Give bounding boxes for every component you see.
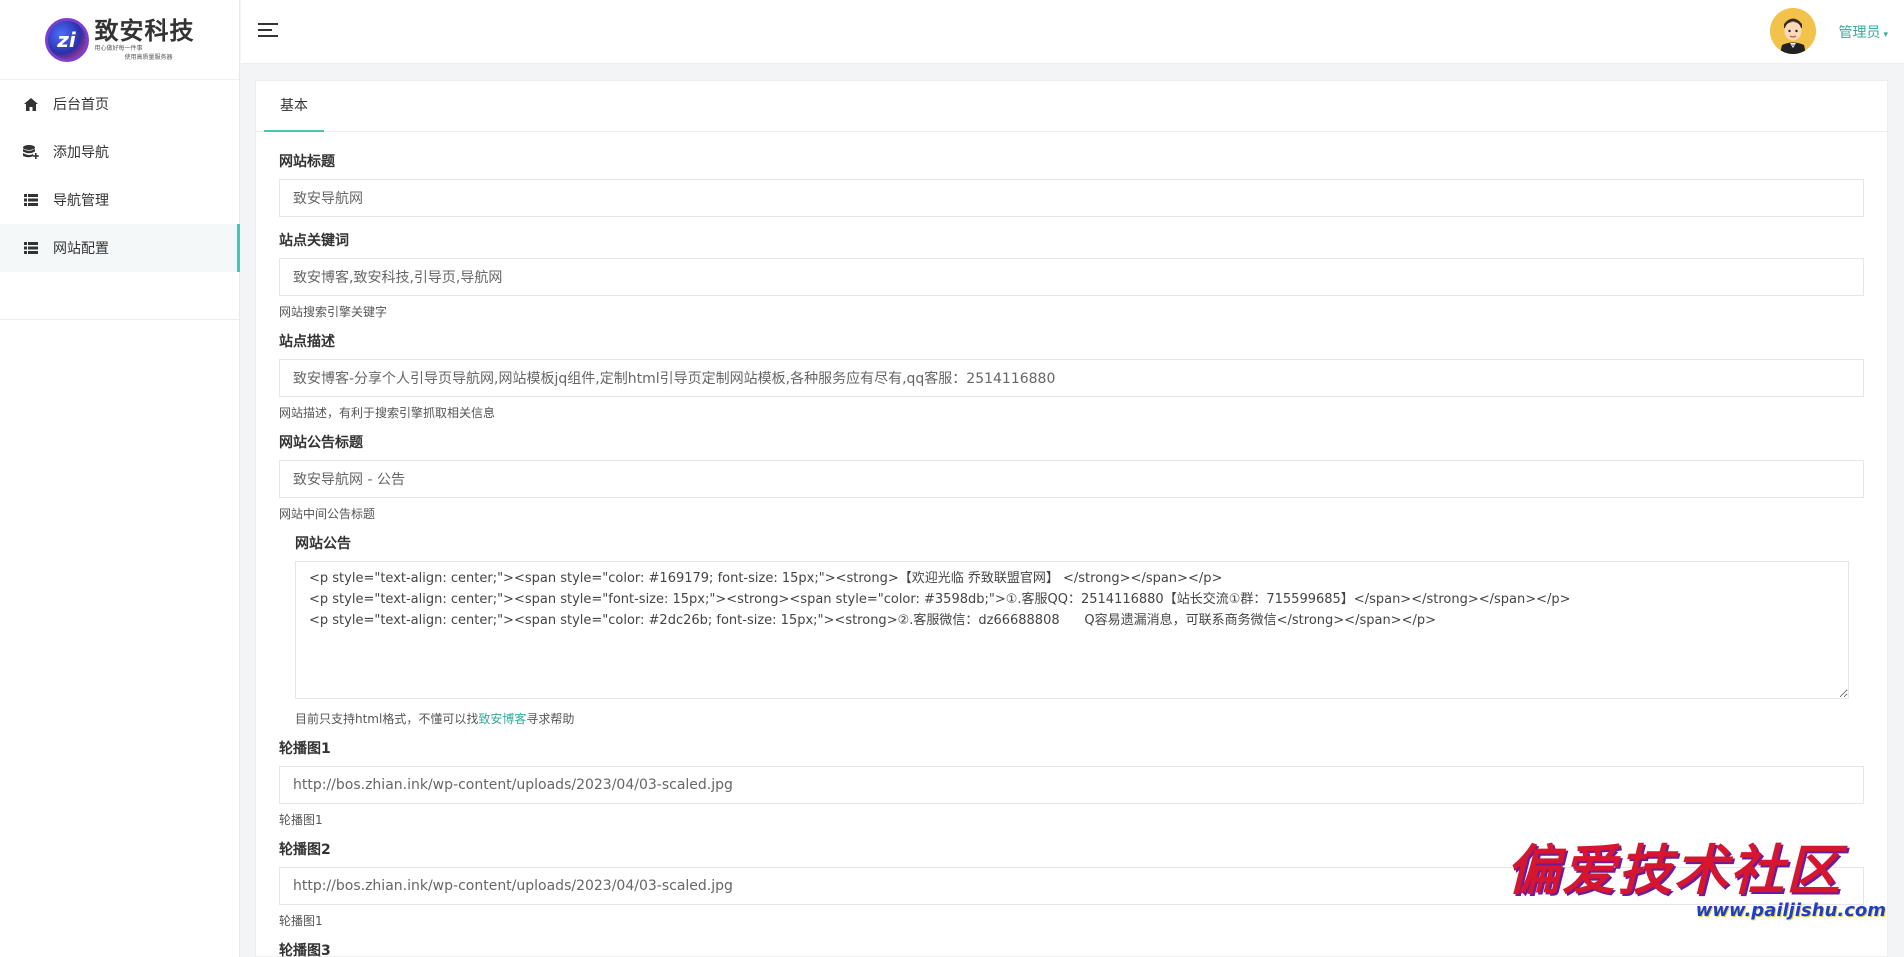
home-icon <box>23 96 39 112</box>
tab-bar: 基本 <box>256 81 1887 132</box>
admin-menu[interactable]: 管理员 ▾ <box>1838 22 1888 42</box>
avatar[interactable] <box>1770 8 1816 54</box>
site-title-input[interactable] <box>279 179 1864 217</box>
banner1-help: 轮播图1 <box>279 813 323 827</box>
admin-name: 管理员 <box>1838 25 1881 41</box>
sidebar-item-label: 后台首页 <box>53 97 109 113</box>
sidebar-item-label: 网站配置 <box>53 241 109 257</box>
logo-badge: zi <box>44 17 89 62</box>
notice-title-label: 网站公告标题 <box>279 435 363 451</box>
logo-tagline: 用心做好每一件事 <box>94 44 143 52</box>
banner1-label: 轮播图1 <box>279 741 331 757</box>
config-form: 网站标题 站点关键词 网站搜索引擎关键字 站点描述 网站描述，有利于搜索引擎抓取… <box>256 132 1887 957</box>
notice-help-suffix: 寻求帮助 <box>526 712 575 726</box>
menu-toggle-icon[interactable] <box>258 23 278 39</box>
logo[interactable]: zi 致安科技 用心做好每一件事 使用高质量服务器 <box>44 16 195 62</box>
list-icon <box>23 192 39 208</box>
tab-basic[interactable]: 基本 <box>264 81 324 132</box>
description-help: 网站描述，有利于搜索引擎抓取相关信息 <box>279 406 496 420</box>
logo-tagline-2: 使用高质量服务器 <box>124 53 173 61</box>
sidebar-item-label: 添加导航 <box>53 145 109 161</box>
list-icon <box>23 240 39 256</box>
chevron-down-icon: ▾ <box>1883 30 1888 40</box>
config-panel: 基本 网站标题 站点关键词 网站搜索引擎关键字 站点描述 网站描述，有利于搜索引… <box>255 80 1888 957</box>
keywords-help: 网站搜索引擎关键字 <box>279 305 388 319</box>
logo-title: 致安科技 <box>94 16 195 45</box>
notice-title-help: 网站中间公告标题 <box>279 507 376 521</box>
sidebar-item-nav-manage[interactable]: 导航管理 <box>0 176 239 224</box>
banner1-input[interactable] <box>279 766 1864 804</box>
database-add-icon <box>23 144 39 160</box>
sidebar: zi 致安科技 用心做好每一件事 使用高质量服务器 后台首页 添加导航 导航管理… <box>0 0 240 957</box>
description-input[interactable] <box>279 359 1864 397</box>
sidebar-item-label: 导航管理 <box>53 193 109 209</box>
sidebar-item-home[interactable]: 后台首页 <box>0 80 239 128</box>
sidebar-item-site-config[interactable]: 网站配置 <box>0 224 240 272</box>
notice-group: 网站公告 <p style="text-align: center;"><spa… <box>279 534 1863 727</box>
watermark: 偏爱技术社区 www.pailjishu.com <box>1506 840 1886 940</box>
watermark-title: 偏爱技术社区 <box>1506 838 1842 902</box>
keywords-input[interactable] <box>279 258 1864 296</box>
top-header: 管理员 ▾ <box>241 0 1904 64</box>
watermark-url: www.pailjishu.com <box>1695 900 1886 921</box>
sidebar-divider <box>0 272 239 320</box>
notice-help-prefix: 目前只支持html格式，不懂可以找 <box>295 712 479 726</box>
notice-textarea[interactable]: <p style="text-align: center;"><span sty… <box>295 561 1849 699</box>
help-link[interactable]: 致安博客 <box>478 712 526 726</box>
keywords-label: 站点关键词 <box>279 233 349 249</box>
description-label: 站点描述 <box>279 334 335 350</box>
sidebar-nav: 后台首页 添加导航 导航管理 网站配置 <box>0 80 240 320</box>
logo-area: zi 致安科技 用心做好每一件事 使用高质量服务器 <box>0 0 239 80</box>
banner3-label: 轮播图3 <box>279 943 331 957</box>
site-title-label: 网站标题 <box>279 154 335 170</box>
notice-label: 网站公告 <box>295 536 351 552</box>
sidebar-item-add-nav[interactable]: 添加导航 <box>0 128 239 176</box>
notice-help: 目前只支持html格式，不懂可以找致安博客寻求帮助 <box>295 711 1863 727</box>
notice-title-input[interactable] <box>279 460 1864 498</box>
